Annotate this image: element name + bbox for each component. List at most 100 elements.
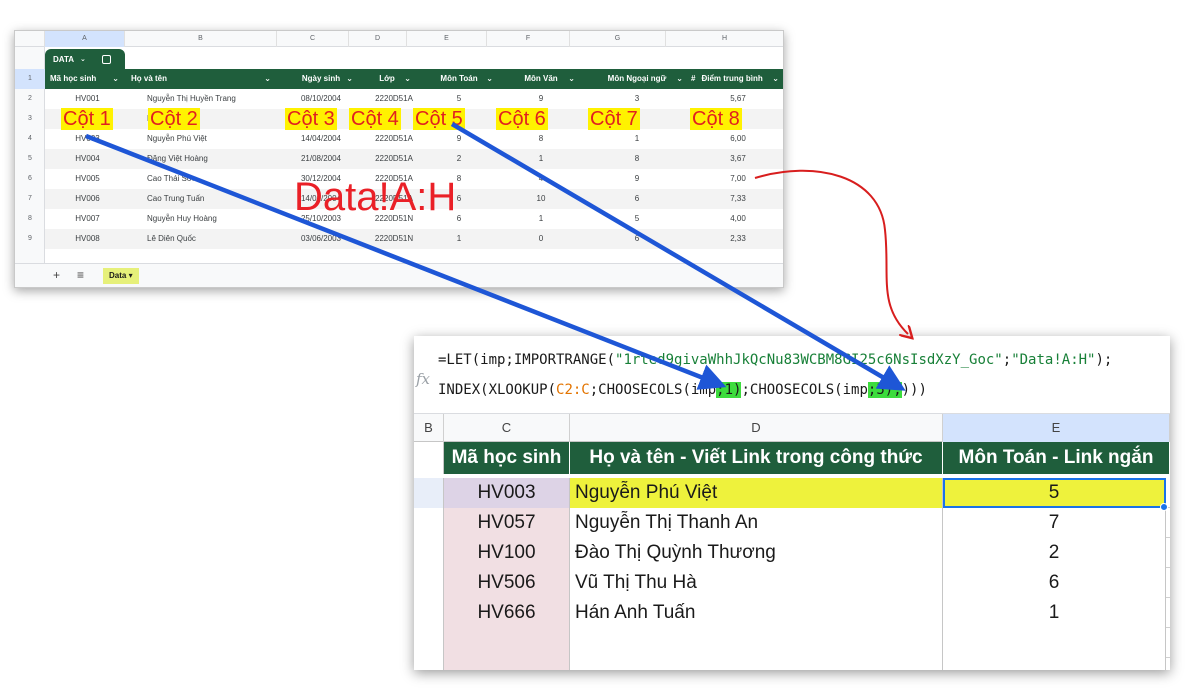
table-cell[interactable]: 1 [501,209,581,229]
table-cell[interactable]: Đào Thị Quỳnh Thương [570,538,943,568]
table-cell[interactable]: 3 [585,89,689,109]
table-cell[interactable]: Đặng Việt Hoàng [147,149,297,169]
table-cell[interactable]: 08/10/2004 [283,89,359,109]
add-sheet-button[interactable]: + [53,268,60,282]
header-cell[interactable]: Họ và tên ⌄ [131,69,277,89]
table-cell[interactable]: Cao Thái Sơn [147,169,297,189]
col-header-e[interactable]: E [943,414,1170,442]
table-cell[interactable]: 21/08/2004 [283,149,359,169]
table-cell[interactable]: 03/06/2003 [283,229,359,249]
table-cell[interactable]: 1 [501,149,581,169]
col-header-g[interactable]: G [570,31,666,47]
chevron-down-icon[interactable]: ⌄ [112,69,119,89]
sheet-tab-data[interactable]: Data ▾ [103,268,139,284]
table-cell[interactable]: Cao Trung Tuấn [147,189,297,209]
table-cell[interactable]: 7,00 [691,169,783,189]
formula-bar[interactable]: fx =LET(imp;IMPORTRANGE("1rted9givaWhhJk… [414,336,1170,414]
table-cell[interactable]: 4,00 [691,209,783,229]
table-cell[interactable]: 9 [585,169,689,189]
row-header-3[interactable]: 3 [15,109,45,129]
table-cell[interactable]: 0 [501,229,581,249]
row-header-1[interactable]: 1 [15,69,45,89]
table-cell[interactable]: 5 [943,478,1166,508]
table-cell[interactable]: Nguyễn Phú Việt [147,129,297,149]
col-header-d[interactable]: D [349,31,407,47]
header-cell[interactable]: Môn Toán ⌄ [419,69,499,89]
col-header-b[interactable]: B [414,414,444,442]
col-header-c[interactable]: C [444,414,570,442]
table-cell[interactable]: Lê Diên Quốc [147,229,297,249]
col-header-e[interactable]: E [407,31,487,47]
col-header-h[interactable]: H [666,31,783,47]
chevron-down-icon[interactable]: ⌄ [568,69,575,89]
table-cell[interactable]: 3,67 [691,149,783,169]
table-cell[interactable]: 4 [501,169,581,189]
table-cell[interactable]: 7,33 [691,189,783,209]
header-cell[interactable]: Môn Ngoại ngữ ⌄ [585,69,689,89]
header-cell[interactable]: # Điểm trung bình ⌄ [691,69,783,89]
table-cell[interactable]: HV001 [50,89,125,109]
table-cell[interactable] [444,628,570,658]
col-header-f[interactable]: F [487,31,570,47]
table-cell[interactable]: 1 [419,229,499,249]
col-header-c[interactable]: C [277,31,349,47]
selection-fill-handle[interactable] [1160,503,1168,511]
table-cell[interactable]: HV008 [50,229,125,249]
table-cell[interactable] [444,658,570,670]
formula-line-2[interactable]: INDEX(XLOOKUP(C2:C;CHOOSECOLS(imp;1);CHO… [438,382,927,398]
header-cell[interactable]: Môn Toán - Link ngắn [943,442,1170,474]
table-cell[interactable] [943,628,1166,658]
table-cell[interactable]: 1 [943,598,1166,628]
table-cell[interactable]: HV004 [50,149,125,169]
formula-line-1[interactable]: =LET(imp;IMPORTRANGE("1rted9givaWhhJkQcN… [438,352,1112,368]
table-cell[interactable]: 7 [943,508,1166,538]
table-cell[interactable]: HV007 [50,209,125,229]
table-cell[interactable]: 10 [501,189,581,209]
table-name-chip[interactable]: DATA ⌄ [45,49,125,69]
table-cell[interactable]: 6 [585,229,689,249]
table-cell[interactable]: 5,67 [691,89,783,109]
table-cell[interactable]: 8 [585,149,689,169]
table-cell[interactable]: 9 [419,129,499,149]
table-cell[interactable]: 5 [585,209,689,229]
table-cell[interactable]: HV003 [50,129,125,149]
row-header-4[interactable]: 4 [15,129,45,149]
table-cell[interactable]: Nguyễn Thị Huyền Trang [147,89,297,109]
table-cell[interactable]: HV006 [50,189,125,209]
header-cell[interactable]: Môn Văn ⌄ [501,69,581,89]
table-cell[interactable]: HV100 [444,538,570,568]
table-cell[interactable]: 5 [419,89,499,109]
header-cell[interactable]: Lớp ⌄ [357,69,417,89]
row-header-2[interactable]: 2 [15,89,45,109]
chevron-down-icon[interactable]: ⌄ [772,69,779,89]
row-header-8[interactable]: 8 [15,209,45,229]
table-cell[interactable]: HV666 [444,598,570,628]
header-cell[interactable]: Họ và tên - Viết Link trong công thức [570,442,943,474]
all-sheets-menu-icon[interactable]: ≡ [77,268,84,282]
table-cell[interactable]: Vũ Thị Thu Hà [570,568,943,598]
table-copy-icon[interactable] [101,54,111,64]
header-cell[interactable]: Mã học sinh [444,442,570,474]
table-cell[interactable]: Nguyễn Thị Thanh An [570,508,943,538]
row-header-6[interactable]: 6 [15,169,45,189]
table-cell[interactable]: HV506 [444,568,570,598]
table-cell[interactable]: 6 [585,189,689,209]
table-cell[interactable]: 2 [419,149,499,169]
chevron-down-icon[interactable]: ⌄ [676,69,683,89]
chevron-down-icon[interactable]: ⌄ [264,69,271,89]
table-cell[interactable] [570,628,943,658]
table-cell[interactable]: 9 [501,89,581,109]
col-header-b[interactable]: B [125,31,277,47]
table-cell[interactable]: HV057 [444,508,570,538]
table-cell[interactable] [570,658,943,670]
table-cell[interactable]: 14/04/2004 [283,129,359,149]
table-cell[interactable]: 6,00 [691,129,783,149]
table-cell[interactable] [943,658,1166,670]
table-cell[interactable]: 1 [585,129,689,149]
chevron-down-icon[interactable]: ⌄ [404,69,411,89]
table-cell[interactable]: 2,33 [691,229,783,249]
col-header-a[interactable]: A [45,31,125,47]
row-header-9[interactable]: 9 [15,229,45,249]
table-cell[interactable]: HV003 [444,478,570,508]
table-cell[interactable]: Nguyễn Huy Hoàng [147,209,297,229]
